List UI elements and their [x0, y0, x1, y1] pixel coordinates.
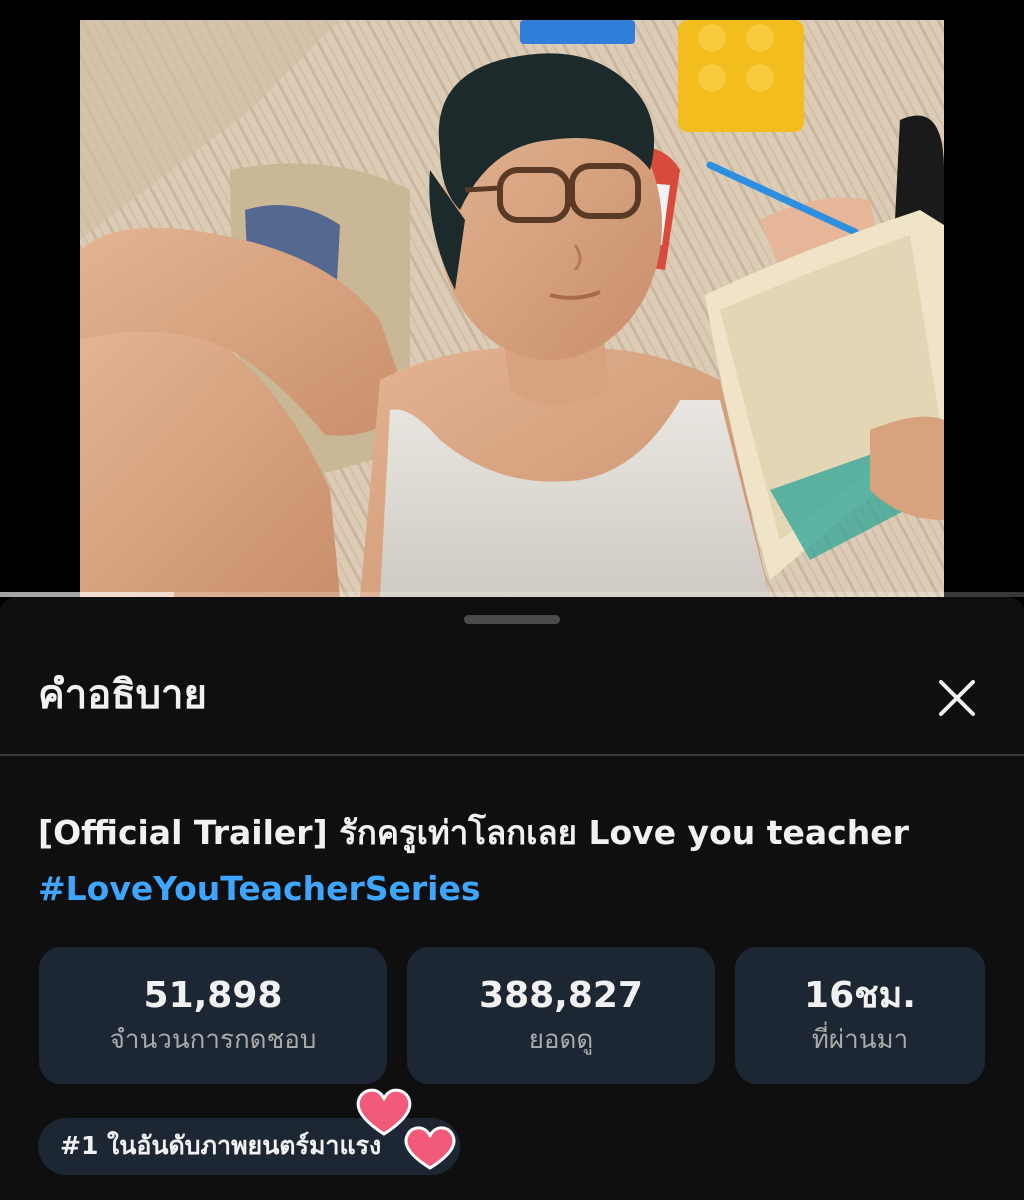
header-divider	[0, 754, 1024, 756]
likes-count: 51,898	[143, 975, 283, 1017]
trending-label: #1 ในอันดับภาพยนตร์มาแรง	[60, 1131, 382, 1160]
description-sheet: คำอธิบาย [Official Trailer] รักครูเท่าโล…	[0, 597, 1024, 1200]
hashtag-link[interactable]: #LoveYouTeacherSeries	[38, 861, 988, 917]
likes-stat-card: 51,898 จำนวนการกดชอบ	[39, 947, 387, 1084]
description-title: คำอธิบาย	[38, 672, 207, 718]
close-icon	[939, 680, 975, 716]
video-title-text: [Official Trailer] รักครูเท่าโลกเลย Love…	[38, 813, 909, 852]
video-frame-image	[80, 20, 944, 597]
heart-sticker-icon	[356, 1088, 456, 1170]
upload-time-stat-card: 16ชม. ที่ผ่านมา	[735, 947, 985, 1084]
video-title: [Official Trailer] รักครูเท่าโลกเลย Love…	[38, 805, 988, 917]
views-stat-card: 388,827 ยอดดู	[407, 947, 715, 1084]
upload-time-label: ที่ผ่านมา	[811, 1025, 909, 1055]
drag-handle[interactable]	[464, 615, 560, 624]
app-screen: คำอธิบาย [Official Trailer] รักครูเท่าโล…	[0, 0, 1024, 1200]
upload-time-value: 16ชม.	[804, 975, 916, 1017]
views-count: 388,827	[479, 975, 643, 1017]
close-button[interactable]	[928, 669, 986, 727]
views-label: ยอดดู	[528, 1025, 594, 1055]
video-thumbnail[interactable]	[80, 20, 944, 597]
video-player[interactable]	[0, 0, 1024, 597]
likes-label: จำนวนการกดชอบ	[109, 1025, 317, 1055]
